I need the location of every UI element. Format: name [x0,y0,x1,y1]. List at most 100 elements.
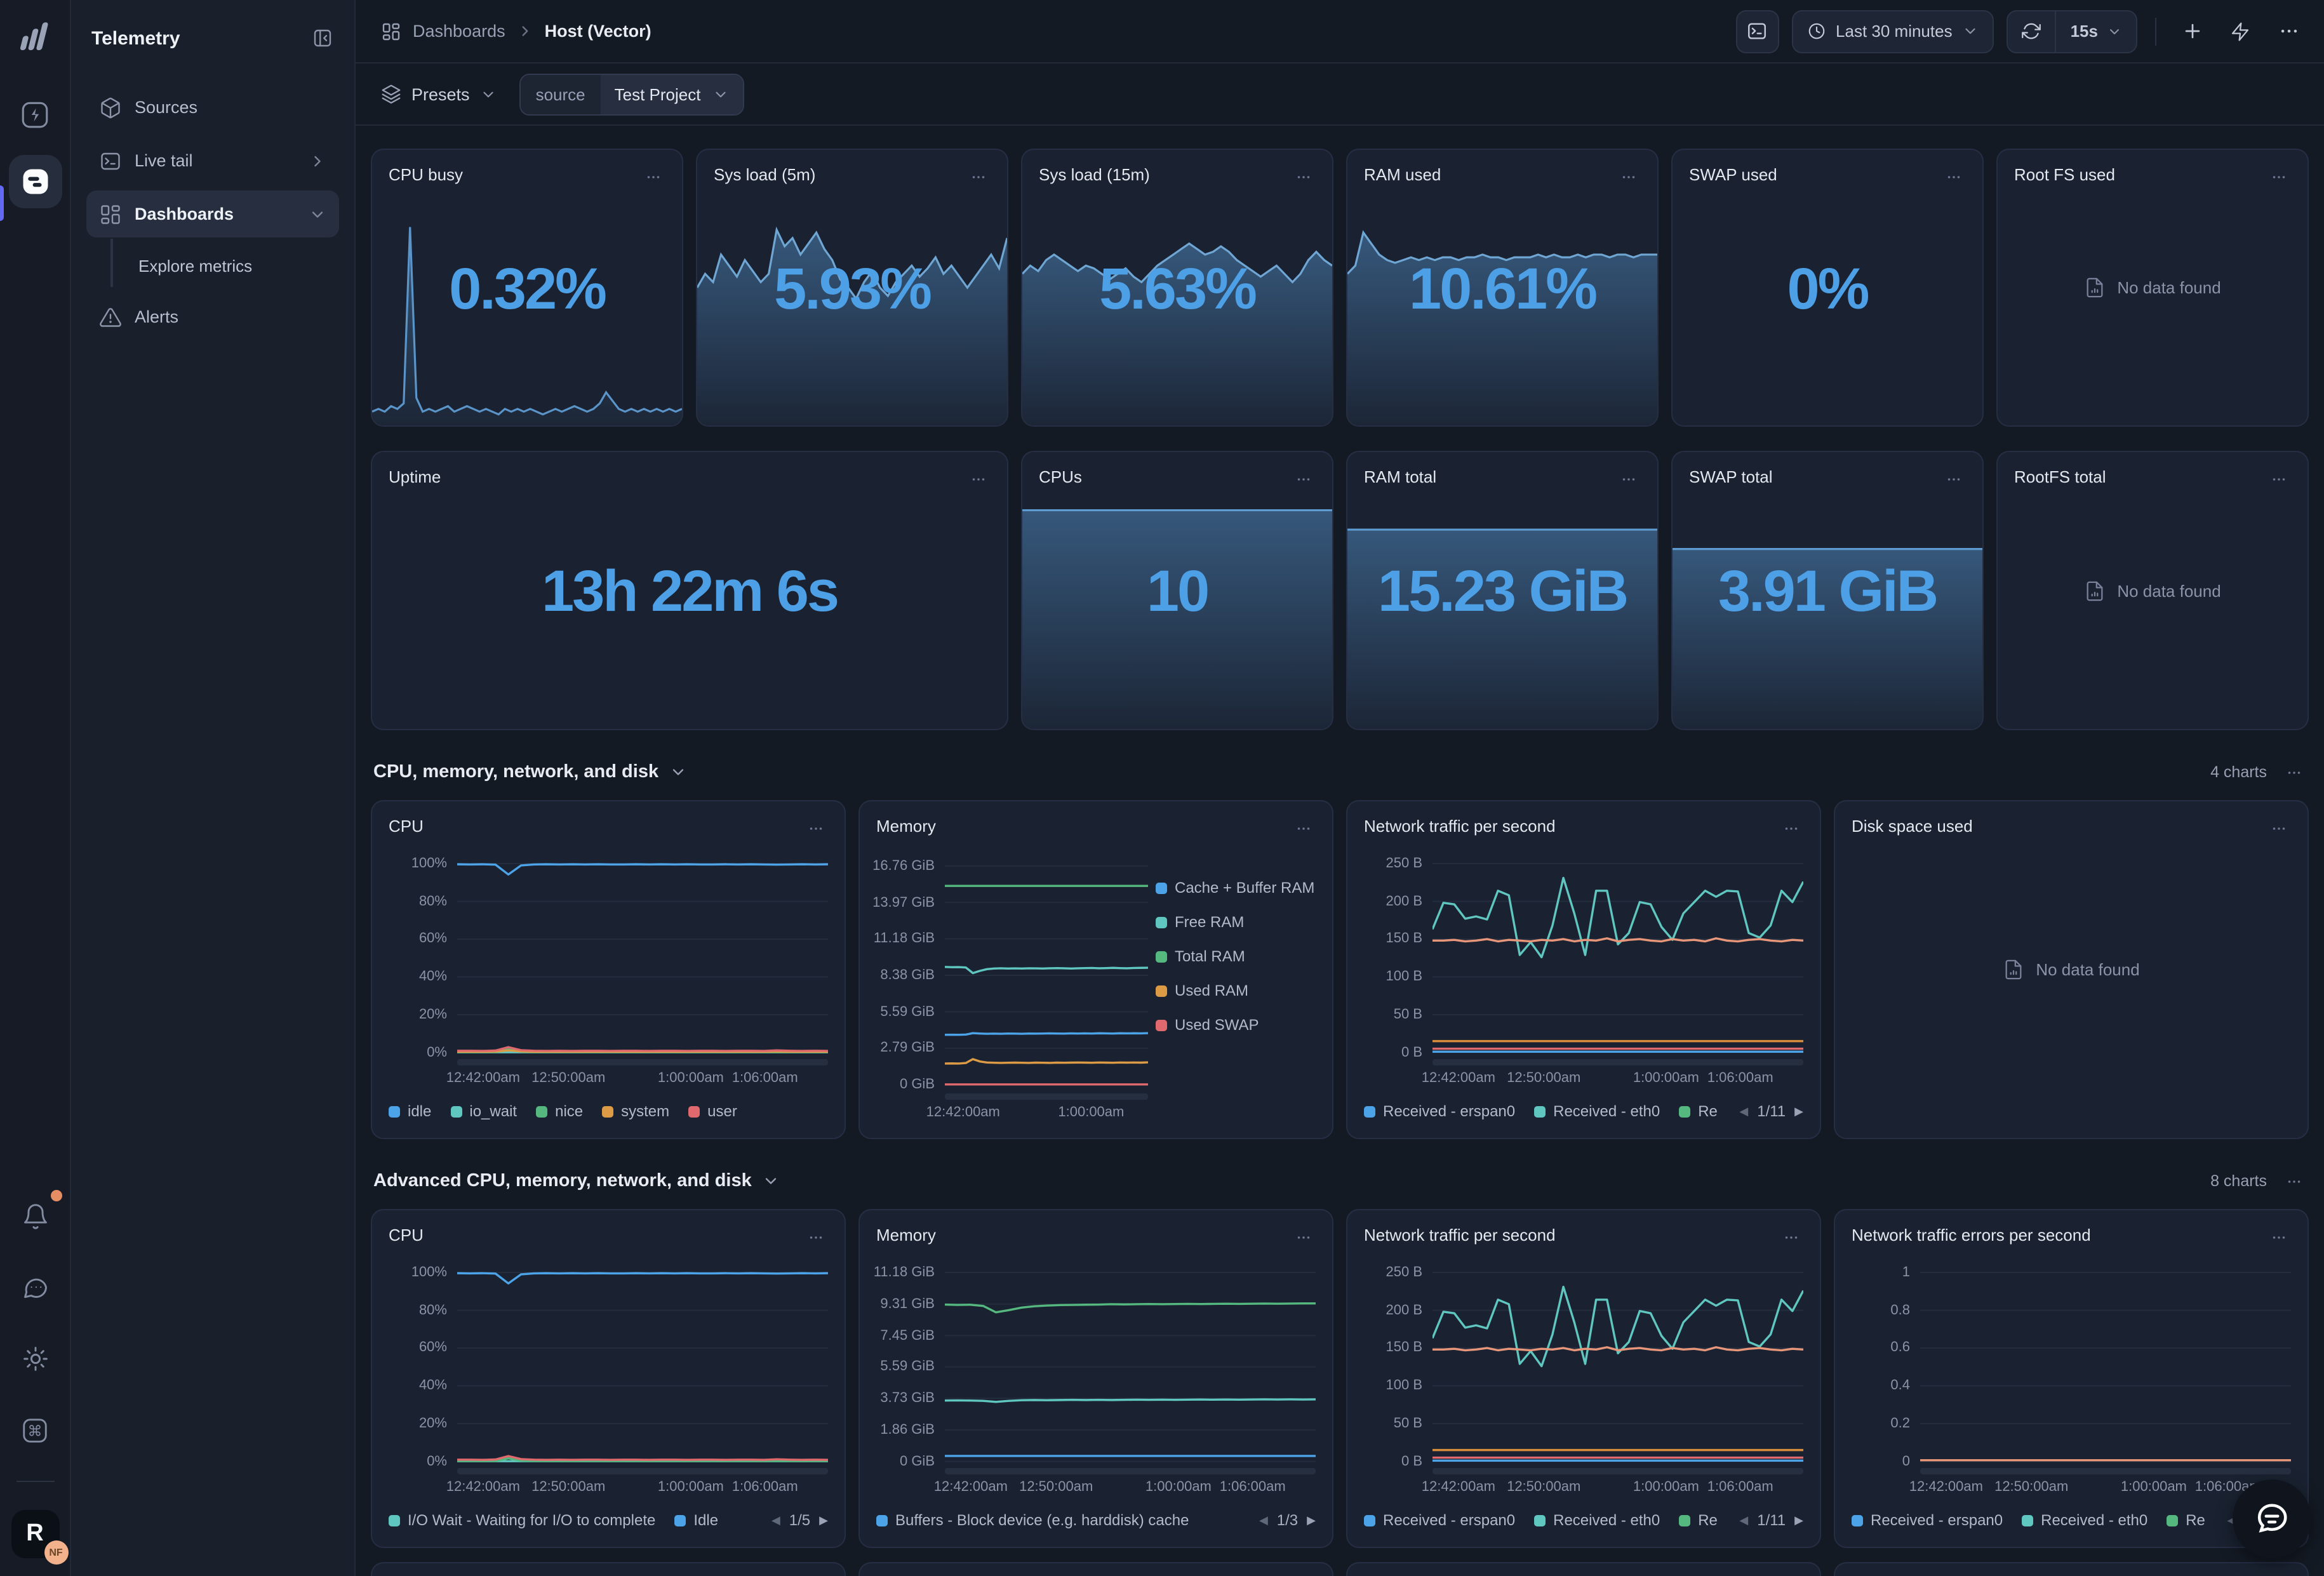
more-icon[interactable] [1617,165,1641,189]
more-icon[interactable] [2271,13,2306,49]
line-chart: 0 B50 B100 B150 B200 B250 B12:42:00am12:… [1364,1257,1803,1532]
legend-item[interactable]: Idle [674,1511,718,1529]
lightning-rail-icon[interactable] [12,91,58,137]
legend-item[interactable]: nice [536,1102,583,1120]
y-tick-label: 100 B [1386,1378,1423,1393]
legend-swatch [2167,1514,2178,1526]
legend-item[interactable]: Total RAM [1156,947,1316,965]
legend-item[interactable]: Received - erspan0 [1852,1511,2003,1529]
sidebar-item-live-tail[interactable]: Live tail [86,137,339,184]
more-icon[interactable] [804,817,828,841]
terminal-panel-button[interactable] [1735,10,1779,53]
alert-triangle-icon [99,305,122,328]
more-icon[interactable] [966,165,991,189]
more-icon[interactable] [1942,165,1966,189]
page-next-icon[interactable]: ▶ [819,1513,828,1527]
sidebar-collapse-icon[interactable] [311,27,334,50]
section-title[interactable]: CPU, memory, network, and disk [373,762,686,782]
legend-item[interactable]: Cache + Buffer RAM [1156,879,1316,897]
legend-item[interactable]: I/O Wait - Waiting for I/O to complete [389,1511,655,1529]
chart-area: 0 GiB2.79 GiB5.59 GiB8.38 GiB11.18 GiB13… [876,848,1316,1123]
legend-item[interactable]: idle [389,1102,431,1120]
page-next-icon[interactable]: ▶ [1794,1513,1803,1527]
page-prev-icon[interactable]: ◀ [1739,1513,1748,1527]
more-icon[interactable] [2282,1169,2306,1193]
more-icon[interactable] [2267,817,2291,841]
card-title: CPUs [1039,467,1082,486]
page-prev-icon[interactable]: ◀ [1259,1513,1268,1527]
more-icon[interactable] [1942,467,1966,491]
legend-label: Re [2186,1511,2205,1529]
more-icon[interactable] [1617,467,1641,491]
top-bar: Dashboards Host (Vector) Last 30 minutes [356,0,2324,63]
legend-item[interactable]: Received - eth0 [1534,1511,1660,1529]
legend-item[interactable]: Used RAM [1156,982,1316,999]
y-axis: 0%20%40%60%80%100% [389,848,457,1065]
more-icon[interactable] [2282,760,2306,784]
legend-item[interactable]: Received - erspan0 [1364,1511,1515,1529]
terminal-icon [99,149,122,172]
chat-fab-button[interactable] [2233,1479,2311,1558]
command-icon[interactable]: ⌘ [12,1407,58,1453]
sidebar-item-explore-metrics[interactable]: Explore metrics [86,244,339,287]
time-range-picker[interactable]: Last 30 minutes [1791,10,1994,53]
more-icon[interactable] [966,467,991,491]
legend-item[interactable]: system [602,1102,669,1120]
theme-sun-icon[interactable] [12,1336,58,1382]
presets-dropdown[interactable]: Presets [381,84,497,104]
legend-item[interactable]: Re [1679,1102,1718,1120]
more-icon[interactable] [1292,467,1316,491]
sidebar-item-sources[interactable]: Sources [86,84,339,131]
chart-plot-main: 0%20%40%60%80%100%12:42:00am12:50:00am1:… [389,848,828,1088]
sidebar-item-dashboards[interactable]: Dashboards [86,190,339,237]
refresh-button[interactable] [2008,11,2055,51]
page-prev-icon[interactable]: ◀ [1739,1104,1748,1118]
breadcrumb-dashboards-link[interactable]: Dashboards [413,22,505,41]
section-title[interactable]: Advanced CPU, memory, network, and disk [373,1171,780,1191]
y-tick-label: 80% [419,893,447,909]
legend-item[interactable]: user [688,1102,737,1120]
legend-item[interactable]: Re [1679,1511,1718,1529]
stat-value: 10.61% [1347,253,1657,322]
avatar[interactable]: R NF [11,1510,59,1558]
page-next-icon[interactable]: ▶ [1307,1513,1316,1527]
legend-item[interactable]: Received - eth0 [2022,1511,2147,1529]
refresh-interval-select[interactable]: 15s [2055,11,2136,51]
page-prev-icon[interactable]: ◀ [771,1513,780,1527]
more-icon[interactable] [1292,165,1316,189]
more-icon[interactable] [2267,467,2291,491]
more-icon[interactable] [1292,1225,1316,1250]
legend-item[interactable]: Re [2167,1511,2205,1529]
telemetry-rail-icon[interactable] [8,155,62,208]
x-axis-brush [1432,1059,1803,1065]
legend-item[interactable]: Received - erspan0 [1364,1102,1515,1120]
y-tick-label: 250 B [1386,1265,1423,1280]
legend-item[interactable]: Received - eth0 [1534,1102,1660,1120]
chat-bubble-icon[interactable] [12,1265,58,1311]
card-title: RAM total [1364,467,1436,486]
chevron-down-icon [712,86,728,102]
lightning-button[interactable] [2222,13,2258,49]
page-next-icon[interactable]: ▶ [1794,1104,1803,1118]
y-tick-label: 5.59 GiB [880,1004,935,1019]
source-select-value: Test Project [615,84,701,104]
stat-value: 0.32% [372,253,682,322]
legend-item[interactable]: Used SWAP [1156,1016,1316,1034]
add-panel-button[interactable] [2174,13,2210,49]
more-icon[interactable] [1292,817,1316,841]
source-select[interactable]: source Test Project [519,73,744,115]
sidebar-item-alerts[interactable]: Alerts [86,293,339,340]
legend-item[interactable]: io_wait [450,1102,517,1120]
no-data-label: No data found [2117,278,2220,297]
more-icon[interactable] [2267,165,2291,189]
legend-item[interactable]: Free RAM [1156,913,1316,931]
more-icon[interactable] [1779,1225,1803,1250]
more-icon[interactable] [804,1225,828,1250]
more-icon[interactable] [641,165,665,189]
legend-item[interactable]: Buffers - Block device (e.g. harddisk) c… [876,1511,1189,1529]
more-icon[interactable] [1779,817,1803,841]
more-icon[interactable] [2267,1225,2291,1250]
app-logo-icon[interactable] [16,15,54,53]
section-chart-count: 8 charts [2210,1172,2267,1190]
notifications-bell-icon[interactable] [12,1194,58,1239]
